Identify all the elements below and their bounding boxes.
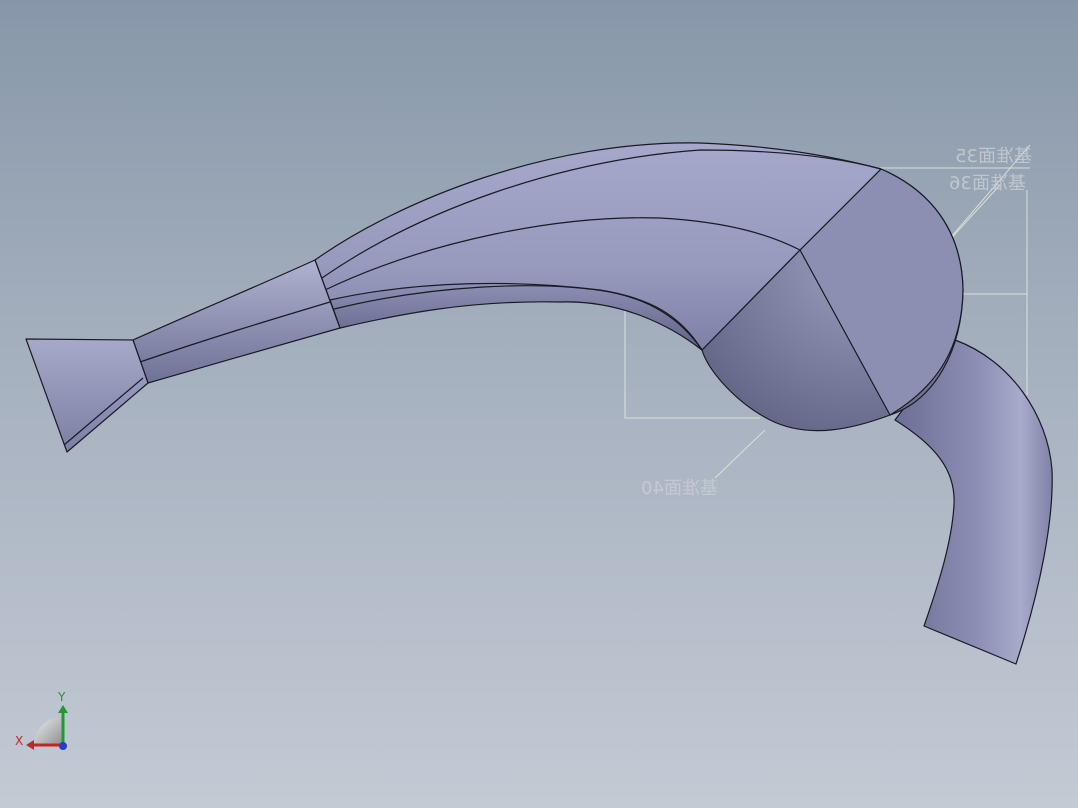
triad-quadrant bbox=[34, 717, 62, 745]
graphics-viewport[interactable]: 基准面35 基准面36 基准面40 X Y bbox=[0, 0, 1078, 808]
coordinate-triad: X Y bbox=[15, 690, 68, 750]
neck-surface[interactable] bbox=[132, 259, 341, 384]
x-axis-label: X bbox=[15, 734, 23, 748]
nozzle-cone-surface[interactable] bbox=[25, 338, 149, 453]
model-canvas[interactable]: 基准面35 基准面36 基准面40 X Y bbox=[0, 0, 1078, 808]
plane-40-label[interactable]: 基准面40 bbox=[641, 478, 718, 499]
plane-40-outline[interactable] bbox=[714, 429, 766, 479]
y-axis-label: Y bbox=[57, 690, 66, 704]
x-axis-arrow bbox=[26, 740, 34, 750]
plane-35-label[interactable]: 基准面35 bbox=[955, 146, 1032, 167]
z-axis-dot bbox=[59, 742, 67, 750]
plane-36-label[interactable]: 基准面36 bbox=[949, 173, 1026, 194]
y-axis-arrow bbox=[58, 705, 68, 713]
model-body[interactable] bbox=[25, 142, 1053, 665]
